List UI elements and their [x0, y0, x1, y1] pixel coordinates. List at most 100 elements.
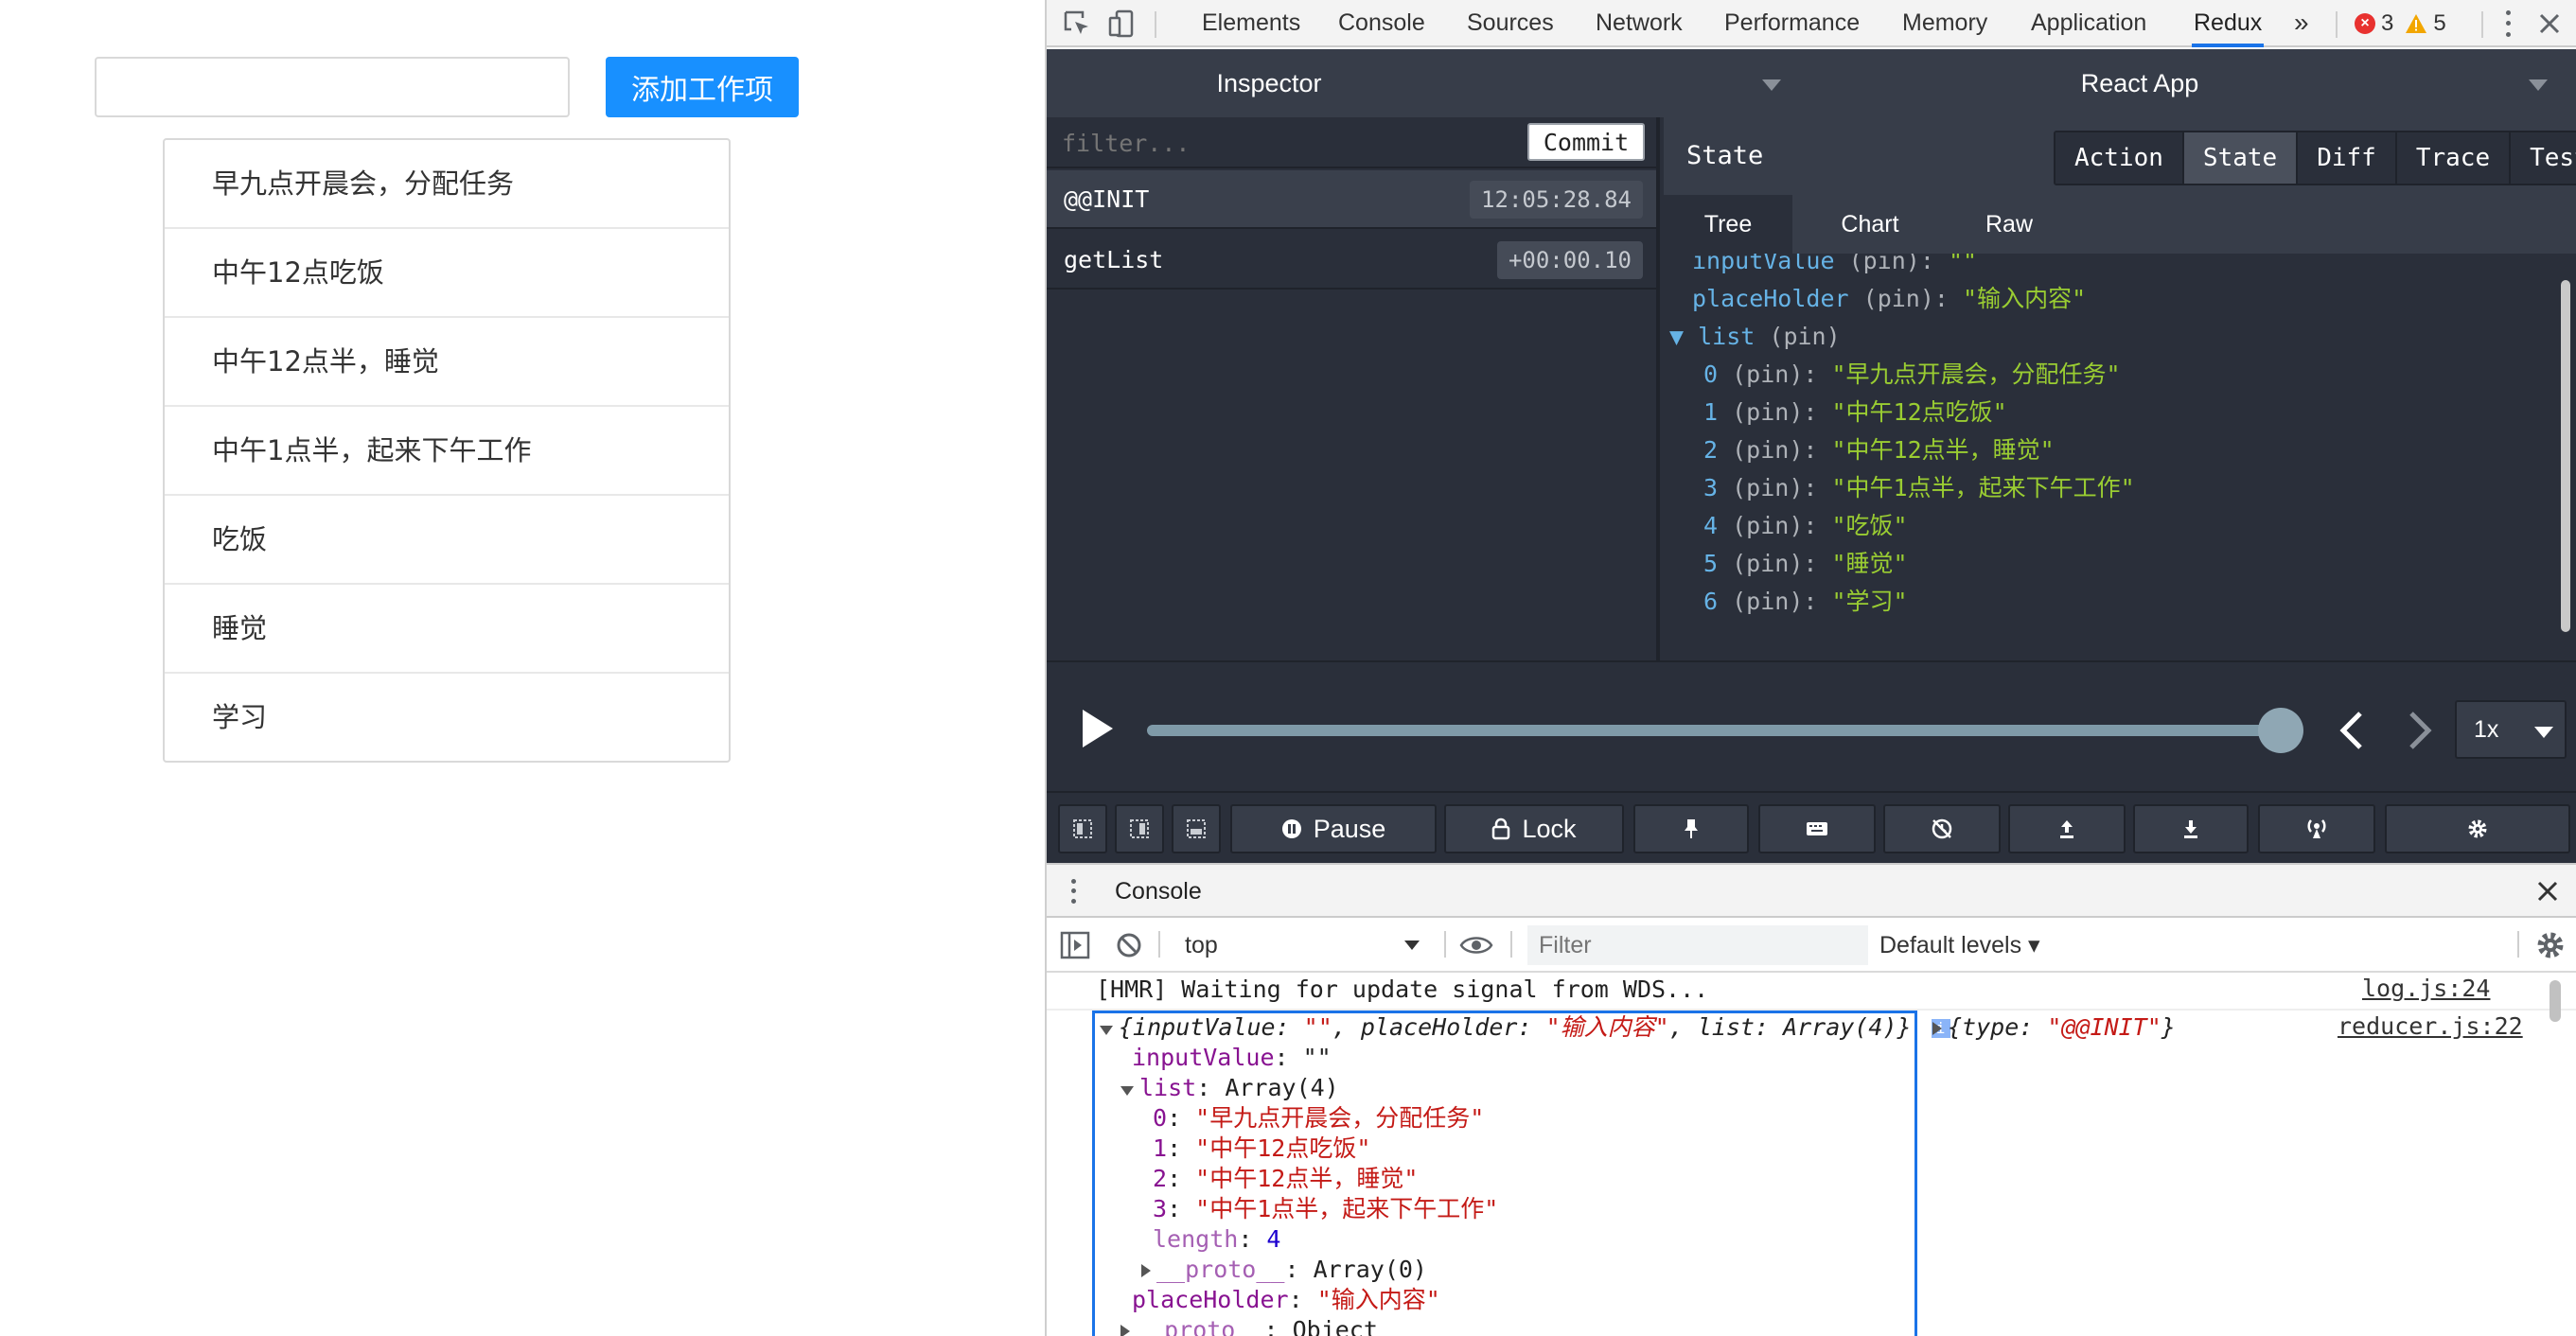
speed-dropdown-icon[interactable] — [2534, 727, 2553, 738]
action-filter-row: Commit — [1047, 117, 1656, 168]
tree-node[interactable]: ▼ list (pin) — [1669, 318, 1841, 356]
subtab-tree[interactable]: Tree — [1664, 195, 1792, 254]
instance-select[interactable]: React App — [1804, 49, 2476, 117]
monitor-select[interactable]: Inspector — [1047, 49, 1491, 117]
tree-node[interactable]: inputValue (pin): "" — [1692, 254, 1977, 280]
todo-item[interactable]: 中午12点吃饭 — [165, 229, 729, 318]
mode-action-button[interactable]: Action — [2056, 132, 2184, 184]
tab-performance[interactable]: Performance — [1724, 0, 1860, 47]
pause-button[interactable]: Pause — [1230, 804, 1437, 853]
todo-item[interactable]: 学习 — [165, 674, 729, 763]
source-link[interactable]: log.js:24 — [2362, 975, 2490, 1002]
slider-toggle-button[interactable] — [1883, 804, 2001, 853]
add-todo-button[interactable]: 添加工作项 — [606, 57, 799, 117]
dispatcher-button[interactable] — [1758, 804, 1876, 853]
subtab-raw[interactable]: Raw — [1948, 195, 2071, 254]
slider-track[interactable] — [1147, 725, 2279, 736]
clear-console-icon[interactable] — [1115, 931, 1143, 959]
tree-node[interactable]: 1 (pin): "中午12点吃饭" — [1703, 394, 2007, 431]
import-button[interactable] — [2133, 804, 2249, 853]
dock-right-button[interactable] — [1115, 804, 1164, 853]
log-levels-select[interactable]: Default levels ▾ — [1879, 927, 2040, 963]
tab-memory[interactable]: Memory — [1902, 0, 1987, 47]
todo-item[interactable]: 早九点开晨会，分配任务 — [165, 140, 729, 229]
todo-input[interactable] — [95, 57, 570, 117]
context-dropdown-icon[interactable] — [1404, 940, 1420, 950]
object-summary[interactable]: {inputValue: "", placeHolder: "输入内容", li… — [1100, 1012, 1950, 1043]
close-drawer-icon[interactable] — [2534, 878, 2561, 905]
action-row[interactable]: getList +00:00.10 — [1047, 231, 1656, 290]
object-property[interactable]: list: Array(4) — [1120, 1073, 1339, 1103]
mode-trace-button[interactable]: Trace — [2396, 132, 2512, 184]
todo-item[interactable]: 中午1点半，起来下午工作 — [165, 407, 729, 496]
tab-network[interactable]: Network — [1596, 0, 1683, 47]
settings-button[interactable] — [2385, 804, 2570, 853]
todo-item[interactable]: 吃饭 — [165, 496, 729, 585]
context-select[interactable]: top — [1175, 927, 1431, 963]
tree-node[interactable]: 4 (pin): "吃饭" — [1703, 507, 1908, 545]
play-icon[interactable] — [1079, 706, 1117, 751]
source-link[interactable]: reducer.js:22 — [2338, 1012, 2523, 1040]
drawer-menu-icon[interactable] — [1069, 876, 1077, 906]
keyboard-icon — [1807, 822, 1827, 835]
tab-redux[interactable]: Redux — [2192, 0, 2265, 47]
tab-console[interactable]: Console — [1338, 0, 1425, 47]
action-object-summary[interactable]: {type: "@@INIT"} — [1932, 1012, 2176, 1043]
kebab-menu-icon[interactable] — [2498, 8, 2517, 40]
eye-icon[interactable] — [1459, 933, 1493, 958]
mode-test-button[interactable]: Test — [2511, 132, 2576, 184]
dock-left-button[interactable] — [1058, 804, 1107, 853]
console-scrollbar[interactable] — [2550, 980, 2561, 1022]
export-button[interactable] — [2008, 804, 2126, 853]
tree-node[interactable]: 0 (pin): "早九点开晨会，分配任务" — [1703, 356, 2121, 394]
dock-bottom-button[interactable] — [1172, 804, 1221, 853]
tree-node[interactable]: 6 (pin): "学习" — [1703, 583, 1908, 621]
expand-arrow-icon[interactable] — [1120, 1325, 1130, 1336]
lock-button[interactable]: Lock — [1444, 804, 1624, 853]
monitor-dropdown-icon[interactable] — [1762, 79, 1781, 91]
tab-elements[interactable]: Elements — [1202, 0, 1300, 47]
pause-icon — [1281, 819, 1301, 838]
tree-scrollbar[interactable] — [2561, 280, 2570, 632]
tree-node[interactable]: 2 (pin): "中午12点半，睡觉" — [1703, 431, 2055, 469]
remote-button[interactable] — [2258, 804, 2375, 853]
next-action-icon[interactable] — [2406, 710, 2434, 751]
instance-dropdown-icon[interactable] — [2529, 79, 2548, 91]
tree-node[interactable]: 3 (pin): "中午1点半，起来下午工作" — [1703, 469, 2135, 507]
error-icon[interactable]: × — [2355, 13, 2375, 34]
device-toolbar-icon[interactable] — [1107, 9, 1138, 39]
gear-icon — [2468, 819, 2487, 838]
tab-sources[interactable]: Sources — [1467, 0, 1554, 47]
action-row[interactable]: @@INIT 12:05:28.84 — [1047, 170, 1656, 229]
console-filter-input[interactable] — [1527, 925, 1868, 965]
inspect-element-icon[interactable] — [1062, 9, 1092, 39]
tree-node[interactable]: 5 (pin): "睡觉" — [1703, 545, 1908, 583]
tree-node[interactable]: placeHolder (pin): "输入内容" — [1692, 280, 2086, 318]
slider-handle[interactable] — [2258, 708, 2303, 753]
commit-button[interactable]: Commit — [1527, 123, 1645, 161]
array-proto[interactable]: __proto__: Array(0) — [1141, 1255, 1427, 1285]
console-settings-icon[interactable] — [2534, 929, 2567, 961]
object-proto[interactable]: __proto__: Object — [1120, 1315, 1378, 1336]
collapse-arrow-icon[interactable] — [1120, 1086, 1134, 1096]
expand-arrow-icon[interactable] — [1932, 1022, 1942, 1035]
expand-arrow-icon[interactable] — [1141, 1264, 1151, 1277]
tab-application[interactable]: Application — [2031, 0, 2146, 47]
action-filter-input[interactable] — [1062, 125, 1516, 161]
show-sidebar-icon[interactable] — [1060, 931, 1090, 959]
warning-icon[interactable] — [2405, 13, 2427, 34]
expand-arrow-icon[interactable]: ▼ — [1669, 323, 1684, 350]
todo-item[interactable]: 睡觉 — [165, 585, 729, 674]
mode-diff-button[interactable]: Diff — [2298, 132, 2397, 184]
close-devtools-icon[interactable] — [2536, 10, 2563, 37]
mode-state-button[interactable]: State — [2183, 132, 2299, 184]
previous-action-icon[interactable] — [2338, 710, 2366, 751]
console-toolbar: top Default levels ▾ — [1047, 918, 2576, 973]
more-tabs-button[interactable]: » — [2294, 0, 2309, 47]
broadcast-icon — [2307, 819, 2326, 838]
collapse-arrow-icon[interactable] — [1100, 1026, 1113, 1035]
console-drawer-tab[interactable]: Console — [1115, 865, 1202, 918]
persist-button[interactable] — [1633, 804, 1749, 853]
subtab-chart[interactable]: Chart — [1792, 195, 1948, 254]
todo-item[interactable]: 中午12点半，睡觉 — [165, 318, 729, 407]
